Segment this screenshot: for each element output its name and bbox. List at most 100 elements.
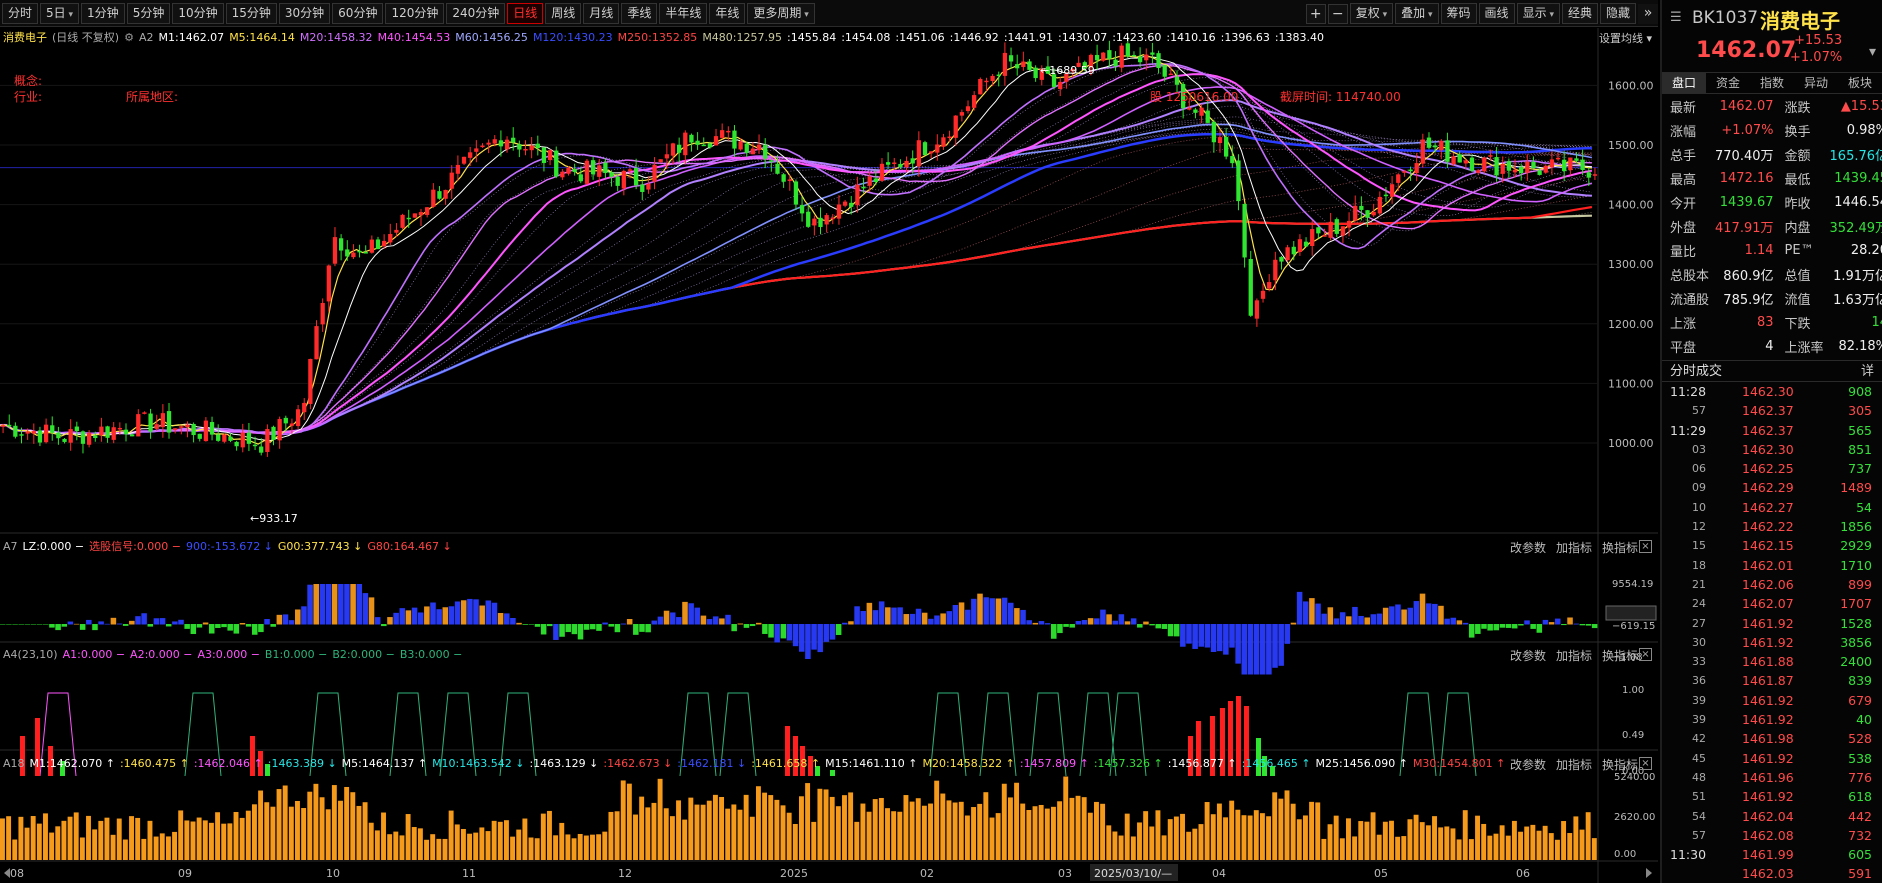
zoom-out-icon[interactable]: − [1327,3,1348,24]
quote-tab-2[interactable]: 指数 [1750,73,1794,93]
period-button-6[interactable]: 30分钟 [278,2,331,24]
a7-value-item-2: 选股信号:0.000 − [89,540,182,553]
a4-switch-indicator-button[interactable]: 换指标 [1602,647,1638,664]
period-button-7[interactable]: 60分钟 [332,2,384,24]
period-button-2[interactable]: 1分钟 [81,2,125,24]
period-button-3[interactable]: 5分钟 [126,2,171,24]
a7-bar [1315,603,1321,625]
volume-bar [731,804,737,860]
volume-bar [676,800,681,860]
a18-close-icon[interactable]: × [1639,757,1652,770]
period-button-12[interactable]: 月线 [583,2,620,24]
candle-body [351,252,356,258]
huaxian-button[interactable]: 画线 [1478,3,1515,24]
candle-body [1174,76,1180,85]
quote-tab-1[interactable]: 资金 [1706,73,1750,93]
period-button-9[interactable]: 240分钟 [446,2,506,24]
chevron-down-icon[interactable]: ▾ [1869,44,1876,60]
candle-body [633,168,639,186]
a7-edit-params-button[interactable]: 改参数 [1510,539,1546,556]
period-button-4[interactable]: 10分钟 [172,2,224,24]
quote-tab-0[interactable]: 盘口 [1662,73,1706,93]
a7-bar [1050,624,1057,639]
kline-chart-svg[interactable]: 1600.00 1500.00 1400.00 1300.00 1200.00 1100.… [0,28,1658,883]
candle-body [806,211,811,227]
a4-close-icon[interactable]: × [1639,648,1652,661]
a7-bar [682,601,688,625]
a18-switch-indicator-button[interactable]: 换指标 [1602,756,1638,773]
a7-bar [1339,612,1346,625]
period-button-1[interactable]: 5日 [40,2,80,24]
a4-edit-params-button[interactable]: 改参数 [1510,647,1546,664]
a7-add-indicator-button[interactable]: 加指标 [1556,539,1592,556]
candle-body [1107,50,1112,59]
quote-value: 1446.54 [1834,194,1882,210]
a7-bar [208,624,215,634]
volume-bar [1425,825,1431,860]
period-button-16[interactable]: 更多周期 [747,2,815,24]
candle-body [1310,229,1315,247]
quote-tab-3[interactable]: 异动 [1794,73,1838,93]
zoom-in-icon[interactable]: + [1305,3,1326,24]
chouma-button[interactable]: 筹码 [1440,3,1477,24]
period-button-11[interactable]: 周线 [545,2,582,24]
a7-bar [1296,591,1303,625]
candle-body [855,184,860,206]
period-button-15[interactable]: 年线 [709,2,746,24]
a7-bar [1032,622,1039,625]
jingdian-button[interactable]: 经典 [1561,3,1598,24]
period-button-8[interactable]: 120分钟 [385,2,445,24]
quote-value: 1439.67 [1719,194,1774,210]
candle-body [775,163,780,174]
a7-bar [731,624,737,632]
yincang-button[interactable]: 隐藏 [1599,3,1636,24]
a7-bar [215,624,221,628]
a4-add-indicator-button[interactable]: 加指标 [1556,647,1592,664]
xianshi-button[interactable]: 显示 [1516,3,1560,24]
ma-fan-line [0,64,1592,435]
a7-bar [694,607,701,625]
x-axis-label: 09 [178,867,192,880]
a18-add-indicator-button[interactable]: 加指标 [1556,756,1592,773]
volume-bar [239,817,245,860]
a7-bar [1456,620,1463,625]
period-button-0[interactable]: 分时 [2,2,39,24]
chart-area[interactable]: 1600.00 1500.00 1400.00 1300.00 1200.00 1100.… [0,28,1658,883]
a7-value-item-1: LZ:0.000 − [22,540,85,553]
a7-switch-indicator-button[interactable]: 换指标 [1602,539,1638,556]
a7-close-icon[interactable]: × [1639,540,1652,553]
candle-body [265,429,270,452]
fuquan-button[interactable]: 复权 [1349,3,1394,24]
volume-bar [1401,836,1407,860]
volume-bar [1259,813,1265,860]
ticks-list[interactable]: 11:28 1462.30 908 57 1462.37 305 11:29 1462.37 5… [1662,382,1882,883]
volume-bar [1450,828,1456,860]
quote-label: 最低 [1784,172,1811,188]
candle-body [1008,55,1014,62]
candle-body [173,428,178,431]
menu-icon[interactable]: ☰ [1670,10,1682,25]
a18-panel-buttons: 改参数 加指标 换指标 [1510,756,1638,773]
candle-body [13,425,18,437]
quote-tab-4[interactable]: 板块 [1838,73,1882,93]
ticks-detail-button[interactable]: 详 [1861,361,1874,382]
ma-settings-button[interactable]: 设置均线 ▾ [1599,30,1652,46]
period-button-13[interactable]: 季线 [621,2,658,24]
volume-bar [344,786,350,860]
a18-edit-params-button[interactable]: 改参数 [1510,756,1546,773]
a7-bar [1143,621,1149,625]
a7-bar [903,614,910,625]
settings-icon[interactable]: ⚙ [124,30,134,46]
candle-body [498,140,504,147]
volume-bar [319,797,325,860]
period-button-14[interactable]: 半年线 [659,2,708,24]
diejia-button[interactable]: 叠加 [1395,3,1439,24]
candle-body [836,204,842,219]
double-chevron-right-icon[interactable]: » [1638,3,1658,24]
a7-bar [596,624,602,631]
volume-bar [202,820,208,860]
period-button-10[interactable]: 日线 [507,2,544,24]
a7-bar [1475,624,1481,634]
period-button-5[interactable]: 15分钟 [225,2,277,24]
candle-body [554,150,559,177]
